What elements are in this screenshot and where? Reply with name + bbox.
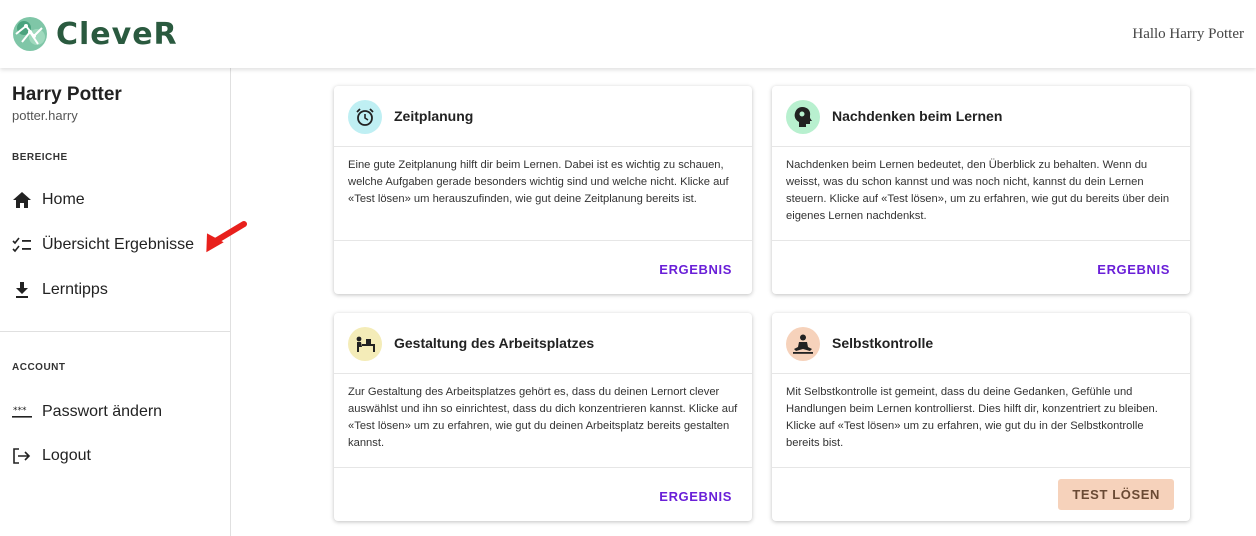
card-reflection: Nachdenken beim Lernen Nachdenken beim L… — [772, 86, 1190, 294]
greeting: Hallo Harry Potter — [1132, 26, 1244, 42]
sidebar-item-label: Home — [42, 191, 85, 208]
card-title: Gestaltung des Arbeitsplatzes — [394, 335, 595, 351]
thinking-head-icon — [786, 100, 820, 134]
meditation-icon — [786, 327, 820, 361]
card-title: Nachdenken beim Lernen — [832, 108, 1003, 124]
red-arrow-icon — [206, 221, 247, 253]
card-header: Zeitplanung — [334, 86, 752, 147]
card-self-control: Selbstkontrolle Mit Selbstkontrolle ist … — [772, 313, 1190, 521]
card-time-planning: Zeitplanung Eine gute Zeitplanung hilft … — [334, 86, 752, 294]
section-label-account: ACCOUNT — [12, 362, 66, 373]
card-description: Eine gute Zeitplanung hilft dir beim Ler… — [334, 147, 752, 241]
sidebar-item-change-password[interactable]: *** Passwort ändern — [12, 400, 162, 424]
sidebar-item-logout[interactable]: Logout — [12, 444, 91, 468]
home-icon — [12, 190, 32, 210]
card-header: Gestaltung des Arbeitsplatzes — [334, 313, 752, 374]
sidebar-divider — [0, 331, 230, 332]
svg-text:***: *** — [13, 406, 27, 416]
alarm-clock-icon — [348, 100, 382, 134]
card-workplace: Gestaltung des Arbeitsplatzes Zur Gestal… — [334, 313, 752, 521]
sidebar-item-label: Lerntipps — [42, 281, 108, 298]
brain-logo-icon — [13, 17, 47, 51]
sidebar-item-learning-tips[interactable]: Lerntipps — [12, 278, 108, 302]
sidebar-item-label: Logout — [42, 447, 91, 464]
section-label-areas: BEREICHE — [12, 152, 68, 163]
card-description: Mit Selbstkontrolle ist gemeint, dass du… — [772, 374, 1190, 468]
sidebar-item-home[interactable]: Home — [12, 188, 85, 212]
card-header: Nachdenken beim Lernen — [772, 86, 1190, 147]
result-button[interactable]: ERGEBNIS — [659, 262, 732, 277]
logout-icon — [12, 446, 32, 466]
password-icon: *** — [12, 402, 32, 422]
logo[interactable]: CleveR — [8, 14, 178, 54]
sidebar-item-label: Übersicht Ergebnisse — [42, 236, 195, 253]
card-header: Selbstkontrolle — [772, 313, 1190, 374]
logo-text: CleveR — [56, 16, 178, 52]
result-button[interactable]: ERGEBNIS — [1097, 262, 1170, 277]
desk-icon — [348, 327, 382, 361]
top-bar: CleveR Hallo Harry Potter — [0, 0, 1256, 68]
card-description: Nachdenken beim Lernen bedeutet, den Übe… — [772, 147, 1190, 241]
result-button[interactable]: ERGEBNIS — [659, 489, 732, 504]
download-icon — [12, 280, 32, 300]
card-title: Zeitplanung — [394, 108, 474, 124]
sidebar-item-label: Passwort ändern — [42, 403, 163, 420]
sidebar-item-results[interactable]: Übersicht Ergebnisse — [12, 233, 194, 257]
user-login: potter.harry — [12, 108, 78, 123]
solve-test-button[interactable]: TEST LÖSEN — [1058, 479, 1174, 510]
checklist-icon — [12, 235, 32, 255]
card-description: Zur Gestaltung des Arbeitsplatzes gehört… — [334, 374, 752, 468]
user-name: Harry Potter — [12, 84, 122, 105]
sidebar: Harry Potter potter.harry BEREICHE Home … — [0, 68, 231, 536]
card-title: Selbstkontrolle — [832, 335, 934, 351]
